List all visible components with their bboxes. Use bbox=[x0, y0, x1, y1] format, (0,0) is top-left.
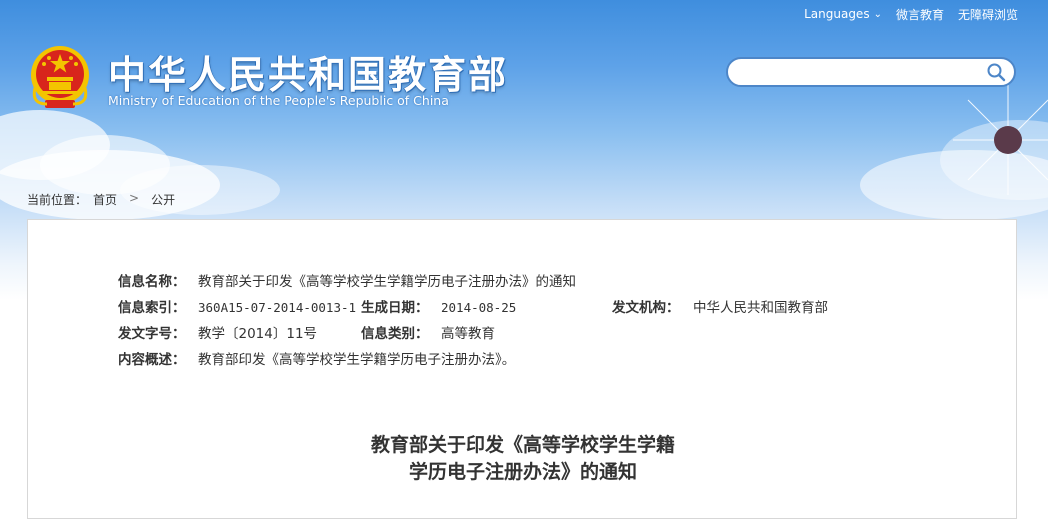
meta-docno-value: 教学〔2014〕11号 bbox=[198, 326, 318, 342]
meta-summary-label: 内容概述： bbox=[118, 352, 186, 368]
meta-summary-value: 教育部印发《高等学校学生学籍学历电子注册办法》。 bbox=[198, 352, 516, 368]
meta-index-label: 信息索引： bbox=[118, 300, 186, 316]
document-title: 教育部关于印发《高等学校学生学籍 学历电子注册办法》的通知 bbox=[28, 432, 1018, 486]
document-title-line-1: 教育部关于印发《高等学校学生学籍 bbox=[370, 434, 675, 456]
languages-dropdown[interactable]: Languages ⌄ bbox=[804, 7, 882, 21]
meta-category-label: 信息类别： bbox=[361, 326, 429, 342]
document-title-line-2: 学历电子注册办法》的通知 bbox=[408, 461, 637, 483]
chevron-down-icon: ⌄ bbox=[873, 8, 882, 20]
languages-label: Languages bbox=[804, 7, 870, 21]
meta-org-value: 中华人民共和国教育部 bbox=[693, 300, 828, 316]
search-box bbox=[726, 57, 1016, 87]
meta-index-value: 360A15-07-2014-0013-1 bbox=[198, 300, 357, 315]
search-icon[interactable] bbox=[986, 62, 1006, 82]
meta-date-label: 生成日期： bbox=[361, 300, 429, 316]
breadcrumb: 当前位置： 首页 > 公开 bbox=[27, 191, 175, 208]
breadcrumb-home-link[interactable]: 首页 bbox=[93, 191, 117, 208]
meta-docno-label: 发文字号： bbox=[118, 326, 186, 342]
breadcrumb-prefix: 当前位置： bbox=[27, 193, 88, 207]
content-panel: 信息名称： 教育部关于印发《高等学校学生学籍学历电子注册办法》的通知 信息索引：… bbox=[27, 219, 1017, 519]
search-input[interactable] bbox=[740, 63, 986, 81]
breadcrumb-public-link[interactable]: 公开 bbox=[151, 191, 175, 208]
site-title: 中华人民共和国教育部 bbox=[108, 53, 509, 97]
meta-name-value: 教育部关于印发《高等学校学生学籍学历电子注册办法》的通知 bbox=[198, 274, 576, 290]
accessibility-link[interactable]: 无障碍浏览 bbox=[958, 6, 1018, 23]
dandelion-decoration-icon bbox=[953, 85, 1048, 195]
meta-date-value: 2014-08-25 bbox=[441, 300, 517, 315]
national-emblem-icon bbox=[31, 46, 89, 108]
breadcrumb-separator: > bbox=[129, 191, 140, 205]
site-subtitle: Ministry of Education of the People's Re… bbox=[108, 93, 449, 108]
weibo-link[interactable]: 微言教育 bbox=[896, 6, 944, 23]
top-links: Languages ⌄ 微言教育 无障碍浏览 bbox=[804, 6, 1018, 22]
meta-org-label: 发文机构： bbox=[612, 300, 680, 316]
meta-category-value: 高等教育 bbox=[441, 326, 495, 342]
meta-name-label: 信息名称： bbox=[118, 274, 186, 290]
